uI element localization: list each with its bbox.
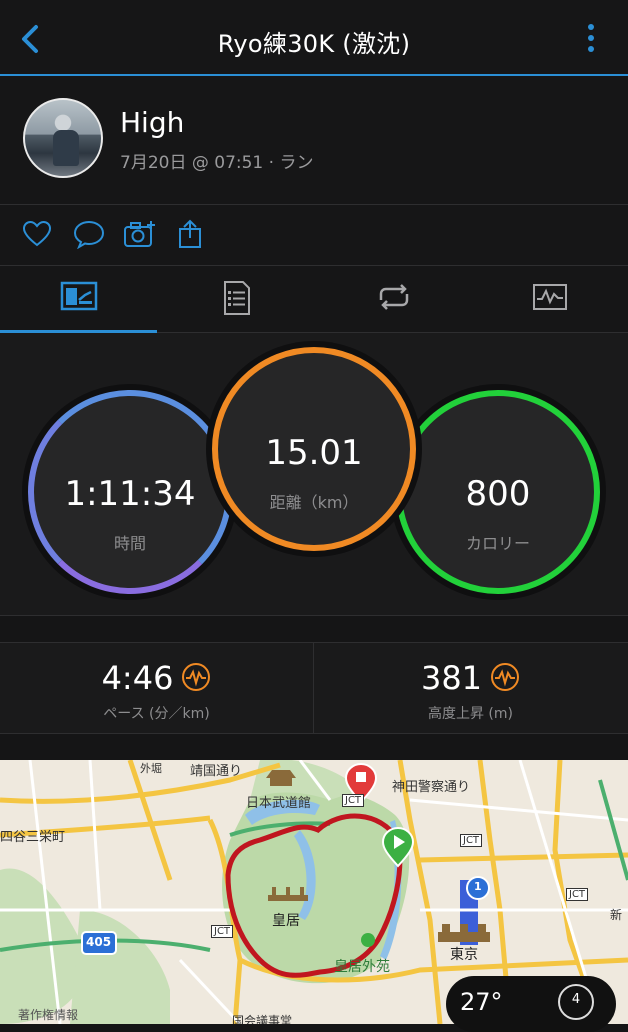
calorie-value: 800: [465, 474, 531, 514]
activity-meta: 7月20日 @ 07:51 · ラン: [120, 153, 314, 173]
pace-metric[interactable]: 4:46 ペース (分／km): [0, 643, 313, 733]
distance-label: 距離（km）: [269, 493, 359, 512]
tab-overview[interactable]: [0, 266, 157, 333]
map-copyright[interactable]: 著作権情報: [18, 1006, 78, 1023]
route-1-shield: 1: [474, 880, 482, 893]
map-label-gaien: 皇居外苑: [334, 959, 390, 975]
metrics-row: 4:46 ペース (分／km) 381 高度上昇 (m): [0, 643, 628, 734]
repeat-icon: [379, 284, 409, 310]
action-bar: [0, 205, 628, 266]
temperature: 27°: [460, 988, 503, 1016]
tab-details[interactable]: [157, 266, 314, 332]
graph-icon: [533, 284, 567, 310]
share-icon[interactable]: [176, 219, 206, 249]
comment-icon[interactable]: [73, 219, 105, 249]
station-icon: [438, 924, 490, 942]
tab-laps[interactable]: [314, 266, 471, 332]
time-ring: 1:11:34 時間: [28, 390, 232, 594]
document-icon: [224, 281, 250, 315]
elevation-metric[interactable]: 381 高度上昇 (m): [314, 643, 627, 733]
route-405-shield: 405: [86, 935, 112, 949]
heart-icon[interactable]: [22, 219, 52, 249]
map-label-yasukuni: 靖国通り: [190, 764, 243, 779]
avatar[interactable]: [23, 98, 103, 178]
calorie-label: カロリー: [465, 534, 530, 553]
activity-pulse-icon: [491, 663, 520, 691]
more-options-icon[interactable]: [586, 24, 596, 58]
map-label-jct3: JCT: [566, 888, 589, 901]
pace-value: 4:46: [101, 659, 174, 697]
activity-header: High 7月20日 @ 07:51 · ラン: [0, 76, 628, 205]
map-label-jct2: JCT: [460, 834, 483, 847]
section-gap: [0, 616, 628, 643]
activity-pulse-icon: [182, 663, 211, 691]
tab-bar: [0, 266, 628, 333]
section-gap: [0, 734, 628, 760]
palace-icon: [268, 887, 308, 901]
time-value: 1:11:34: [64, 474, 196, 514]
summary-stats: 1:11:34 時間 800 カロリー 15.01 距離（km）: [0, 333, 628, 616]
map-label-kokyo: 皇居: [272, 913, 300, 929]
map-label-jct1: JCT: [342, 794, 365, 807]
budokan-icon: [266, 770, 296, 786]
page-title: Ryo練30K (激沈): [217, 30, 411, 58]
elevation-value: 381: [420, 659, 483, 697]
map-label-budokan: 日本武道館: [246, 796, 312, 811]
time-label: 時間: [113, 534, 146, 553]
map-label-shin: 新: [610, 908, 623, 922]
activity-name: High: [120, 106, 185, 139]
map-label-gaika: 外堀: [140, 762, 162, 775]
map-label-tokyo: 東京: [450, 947, 478, 963]
wind-value: 4: [571, 992, 581, 1007]
metrics-divider: [313, 643, 314, 733]
map-label-jimbocho: 神田警察通り: [392, 780, 471, 795]
map-label-yotsuya: 四谷三栄町: [0, 830, 66, 845]
map-label-jct4: JCT: [211, 925, 234, 938]
calorie-ring: 800 カロリー: [396, 390, 600, 594]
distance-value: 15.01: [265, 433, 363, 473]
pace-label: ペース (分／km): [103, 706, 210, 722]
overview-icon: [60, 281, 98, 311]
top-bar: Ryo練30K (激沈): [0, 0, 628, 76]
elevation-label: 高度上昇 (m): [427, 706, 513, 722]
map-label-kokkai: 国会議事堂: [232, 1014, 293, 1024]
tab-charts[interactable]: [471, 266, 628, 332]
distance-ring: 15.01 距離（km）: [212, 347, 416, 551]
add-photo-icon[interactable]: [123, 219, 157, 249]
